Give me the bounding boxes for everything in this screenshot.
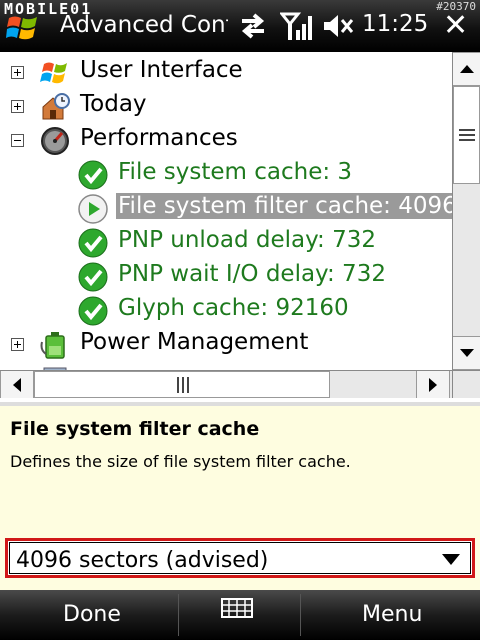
horizontal-scrollbar[interactable] (0, 370, 452, 398)
tree-item-file-system-cache[interactable]: File system cache: 3 (0, 157, 452, 191)
power-management-icon (40, 332, 65, 359)
tree-item-today[interactable]: Today (0, 89, 452, 123)
start-flag-icon[interactable] (6, 12, 40, 42)
scroll-up-button[interactable] (453, 52, 480, 86)
tree-item-partial (0, 361, 452, 370)
menu-button[interactable]: Menu (362, 602, 422, 627)
user-interface-icon (40, 62, 67, 84)
app-title: Advanced Confi (60, 12, 228, 38)
vertical-scrollbar[interactable] (452, 52, 480, 370)
expand-icon[interactable] (11, 100, 24, 113)
collapse-icon[interactable] (11, 134, 24, 147)
vertical-scroll-thumb[interactable] (453, 86, 480, 184)
title-bar: MOBILE01 #20370 Advanced Confi 11:25 ✕ (0, 0, 480, 52)
arrow-down-icon (460, 349, 474, 357)
tree-item-file-system-filter-cache[interactable]: File system filter cache: 4096 se (0, 191, 452, 225)
scroll-left-button[interactable] (0, 371, 34, 398)
signal-strength-icon (280, 12, 312, 40)
grip-line (177, 377, 179, 393)
check-icon (78, 160, 108, 190)
sync-arrows-icon (241, 13, 265, 39)
horizontal-scroll-thumb[interactable] (34, 371, 330, 398)
grip-line (182, 377, 184, 393)
tree-viewport: User Interface Today Performances File s… (0, 52, 452, 370)
tree-item-label: File system filter cache: 4096 se (116, 193, 452, 219)
tree-item-performances[interactable]: Performances (0, 123, 452, 157)
tree-item-glyph-cache[interactable]: Glyph cache: 92160 (0, 293, 452, 327)
arrow-up-icon (460, 65, 474, 73)
scrollbar-corner (452, 370, 480, 398)
divider (178, 594, 179, 636)
check-icon (78, 262, 108, 292)
tree-item-label: Power Management (80, 329, 309, 355)
tree-item-label: PNP unload delay: 732 (118, 227, 377, 253)
tree-item-pnp-unload-delay[interactable]: PNP unload delay: 732 (0, 225, 452, 259)
arrow-left-icon (13, 378, 21, 392)
grip-line (459, 129, 475, 131)
setting-title: File system filter cache (10, 418, 260, 440)
play-icon (78, 194, 108, 224)
expand-icon[interactable] (11, 66, 24, 79)
tree-item-label: File system cache: 3 (118, 159, 353, 185)
expand-icon[interactable] (11, 338, 24, 351)
chevron-down-icon[interactable] (442, 554, 460, 565)
tree-item-label: Today (80, 91, 147, 117)
done-button[interactable]: Done (63, 602, 121, 627)
divider (300, 594, 301, 636)
value-dropdown[interactable]: 4096 sectors (advised) (5, 538, 475, 578)
softkey-bar: Done Menu (0, 590, 480, 640)
grip-line (459, 134, 475, 136)
grip-line (187, 377, 189, 393)
check-icon (78, 228, 108, 258)
clock: 11:25 (362, 11, 429, 37)
tree-item-label: User Interface (80, 57, 243, 83)
settings-tree[interactable]: User Interface Today Performances File s… (0, 52, 480, 402)
description-panel: File system filter cache Defines the siz… (0, 402, 480, 590)
performances-icon (41, 127, 69, 155)
volume-muted-icon (324, 15, 354, 37)
check-icon (78, 296, 108, 326)
tree-item-label: Glyph cache: 92160 (118, 295, 349, 321)
tree-item-pnp-wait-io-delay[interactable]: PNP wait I/O delay: 732 (0, 259, 452, 293)
grip-line (459, 139, 475, 141)
tree-item-label: Performances (80, 125, 238, 151)
today-icon (42, 93, 70, 120)
tree-item-power-management[interactable]: Power Management (0, 327, 452, 361)
tree-item-label: PNP wait I/O delay: 732 (118, 261, 386, 287)
keyboard-icon[interactable] (221, 598, 253, 618)
dropdown-selected-value: 4096 sectors (advised) (16, 548, 269, 573)
close-icon[interactable]: ✕ (443, 8, 468, 43)
arrow-right-icon (429, 378, 437, 392)
tree-item-user-interface[interactable]: User Interface (0, 55, 452, 89)
scroll-right-button[interactable] (416, 371, 450, 398)
scroll-down-button[interactable] (453, 336, 480, 370)
setting-description: Defines the size of file system filter c… (10, 452, 351, 471)
dropdown-field: 4096 sectors (advised) (9, 542, 471, 574)
